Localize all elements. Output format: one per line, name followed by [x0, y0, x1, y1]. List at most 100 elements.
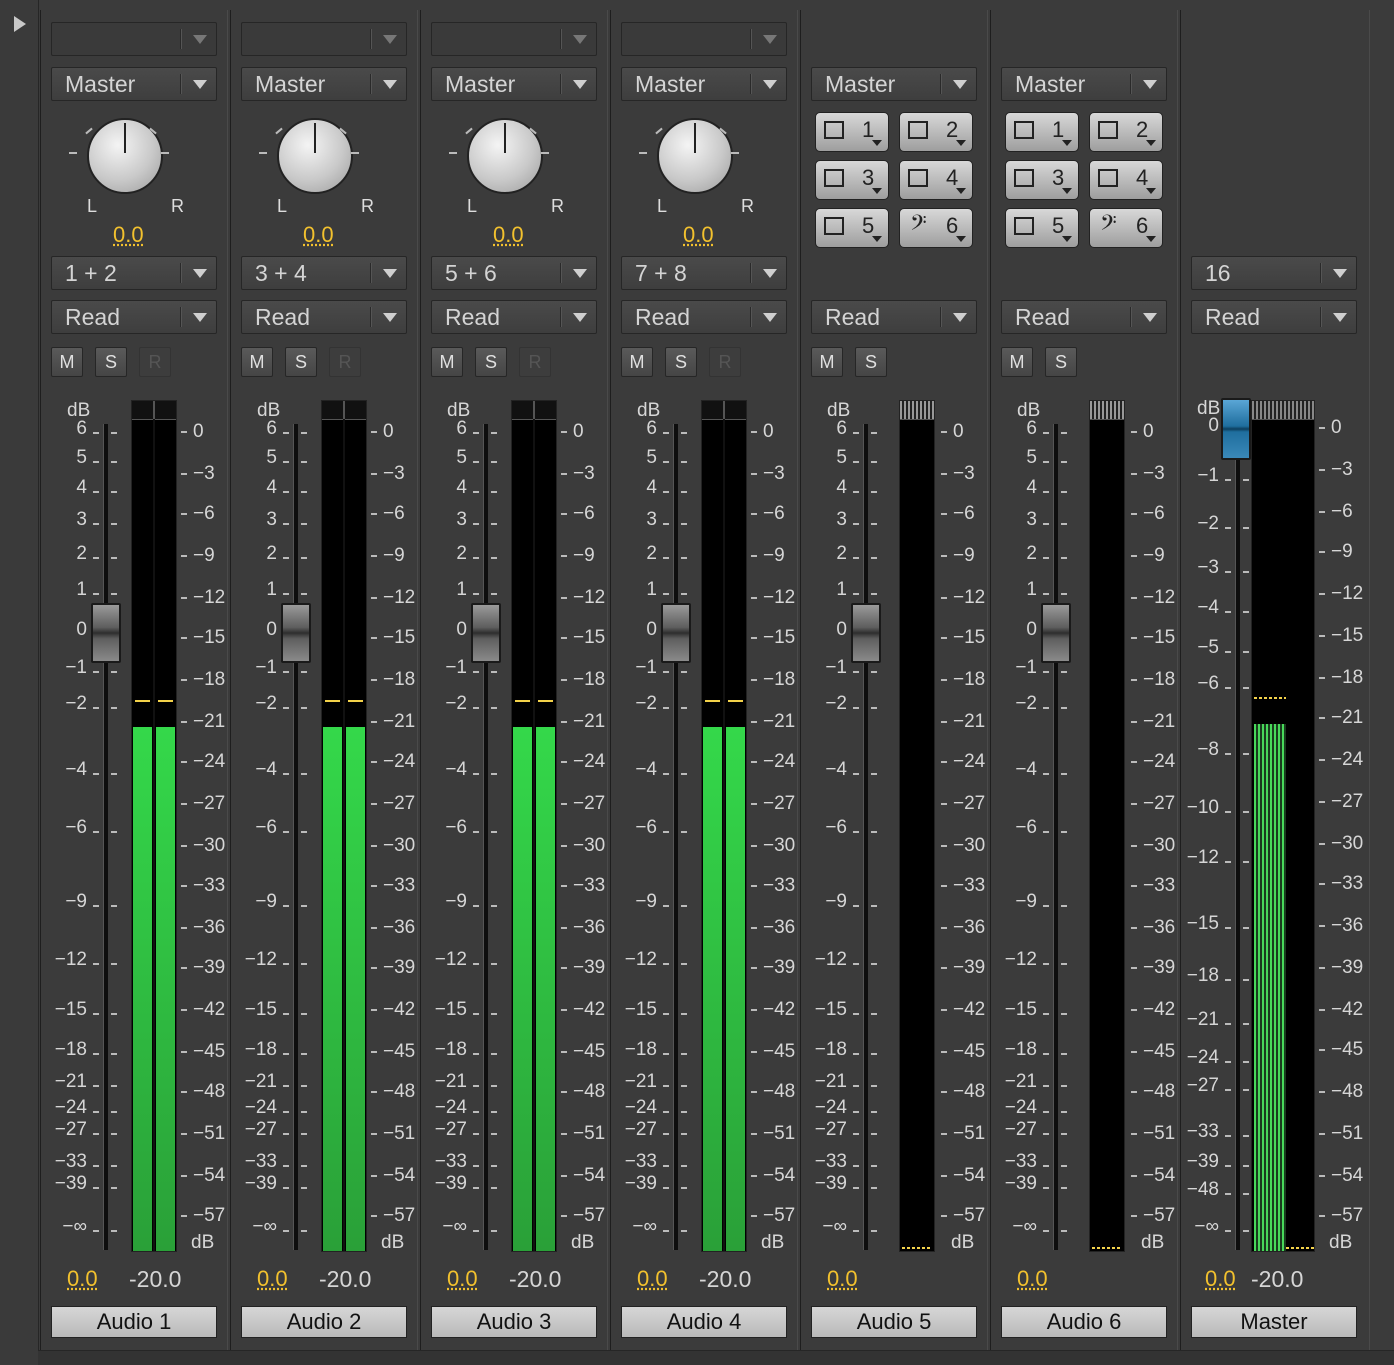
- output-select[interactable]: Master: [51, 67, 217, 101]
- track-name[interactable]: Audio 3: [431, 1306, 597, 1338]
- speaker-button-6[interactable]: 𝄢 6: [899, 208, 973, 248]
- fader-track[interactable]: [483, 424, 488, 1250]
- fader-tick: [1061, 1085, 1067, 1087]
- automation-mode-select[interactable]: Read: [1001, 300, 1167, 334]
- speaker-button-4[interactable]: 4: [899, 160, 973, 200]
- meter-readout: -20.0: [129, 1266, 182, 1292]
- output-select[interactable]: Master: [431, 67, 597, 101]
- expand-arrow-icon[interactable]: [14, 16, 26, 32]
- output-select[interactable]: Master: [1001, 67, 1167, 101]
- volume-fader-handle[interactable]: [281, 603, 311, 663]
- channel-routing-select[interactable]: 1 + 2: [51, 256, 217, 290]
- automation-mode-select[interactable]: Read: [431, 300, 597, 334]
- channel-routing-select[interactable]: 5 + 6: [431, 256, 597, 290]
- fader-scale-label: 2: [76, 543, 87, 564]
- master-track-name[interactable]: Master: [1191, 1306, 1357, 1338]
- fader-track[interactable]: [863, 424, 868, 1250]
- output-select[interactable]: Master: [621, 67, 787, 101]
- volume-fader-handle[interactable]: [1041, 603, 1071, 663]
- volume-fader-handle[interactable]: [661, 603, 691, 663]
- knob-tick: [275, 127, 283, 135]
- speaker-button-5[interactable]: 5: [1005, 208, 1079, 248]
- mute-button[interactable]: M: [1001, 347, 1033, 377]
- fader-tick: [1243, 479, 1249, 481]
- meter-scale-label: −48: [193, 1081, 226, 1102]
- master-fader-handle[interactable]: [1221, 398, 1251, 460]
- volume-value[interactable]: 0.0: [637, 1266, 668, 1292]
- solo-button[interactable]: S: [1045, 347, 1077, 377]
- master-fader-track[interactable]: [1235, 420, 1240, 1250]
- volume-fader-handle[interactable]: [91, 603, 121, 663]
- pan-value[interactable]: 0.0: [113, 222, 144, 248]
- output-select[interactable]: Master: [241, 67, 407, 101]
- master-volume-value[interactable]: 0.0: [1205, 1266, 1236, 1292]
- track-name[interactable]: Audio 4: [621, 1306, 787, 1338]
- speaker-button-4[interactable]: 4: [1089, 160, 1163, 200]
- speaker-button-2[interactable]: 2: [1089, 112, 1163, 152]
- mute-button[interactable]: M: [431, 347, 463, 377]
- channel-routing-select[interactable]: 7 + 8: [621, 256, 787, 290]
- horizontal-scrollbar[interactable]: [38, 1350, 1394, 1365]
- volume-value[interactable]: 0.0: [827, 1266, 858, 1292]
- input-select[interactable]: [621, 22, 787, 56]
- solo-button[interactable]: S: [855, 347, 887, 377]
- fader-tick: [853, 831, 859, 833]
- mute-button[interactable]: M: [51, 347, 83, 377]
- fader-track[interactable]: [103, 424, 108, 1250]
- track-name[interactable]: Audio 2: [241, 1306, 407, 1338]
- volume-value[interactable]: 0.0: [447, 1266, 478, 1292]
- volume-value[interactable]: 0.0: [257, 1266, 288, 1292]
- fader-scale-label: −6: [65, 817, 87, 838]
- track-name[interactable]: Audio 6: [1001, 1306, 1167, 1338]
- pan-value[interactable]: 0.0: [303, 222, 334, 248]
- master-automation-select[interactable]: Read: [1191, 300, 1357, 334]
- chevron-down-icon: [1333, 313, 1347, 322]
- volume-fader-handle[interactable]: [471, 603, 501, 663]
- fader-tick: [1243, 611, 1249, 613]
- pan-value[interactable]: 0.0: [683, 222, 714, 248]
- mute-button[interactable]: M: [621, 347, 653, 377]
- solo-button[interactable]: S: [475, 347, 507, 377]
- master-fader-scale-label: 0: [1208, 415, 1219, 436]
- master-channels-select[interactable]: 16: [1191, 256, 1357, 290]
- pan-left-label: L: [87, 196, 98, 216]
- meter-scale-label: −18: [193, 669, 226, 690]
- speaker-button-3[interactable]: 3: [1005, 160, 1079, 200]
- pan-value[interactable]: 0.0: [493, 222, 524, 248]
- channel-routing-select[interactable]: 3 + 4: [241, 256, 407, 290]
- track-name[interactable]: Audio 5: [811, 1306, 977, 1338]
- fader-tick: [681, 461, 687, 463]
- speaker-button-1[interactable]: 1: [815, 112, 889, 152]
- solo-button[interactable]: S: [285, 347, 317, 377]
- volume-value[interactable]: 0.0: [67, 1266, 98, 1292]
- mute-button[interactable]: M: [811, 347, 843, 377]
- input-select[interactable]: [431, 22, 597, 56]
- meter-scale-label: −33: [763, 875, 796, 896]
- meter-tick: [1319, 883, 1325, 885]
- speaker-button-3[interactable]: 3: [815, 160, 889, 200]
- volume-fader-handle[interactable]: [851, 603, 881, 663]
- fader-tick: [491, 557, 497, 559]
- automation-mode-select[interactable]: Read: [621, 300, 787, 334]
- automation-mode-select[interactable]: Read: [241, 300, 407, 334]
- chevron-down-icon: [383, 269, 397, 278]
- output-select[interactable]: Master: [811, 67, 977, 101]
- speaker-button-1[interactable]: 1: [1005, 112, 1079, 152]
- solo-button[interactable]: S: [95, 347, 127, 377]
- speaker-button-5[interactable]: 5: [815, 208, 889, 248]
- mute-button[interactable]: M: [241, 347, 273, 377]
- speaker-button-6[interactable]: 𝄢 6: [1089, 208, 1163, 248]
- solo-button[interactable]: S: [665, 347, 697, 377]
- input-select[interactable]: [51, 22, 217, 56]
- meter-tick: [371, 555, 377, 557]
- input-select[interactable]: [241, 22, 407, 56]
- fader-track[interactable]: [293, 424, 298, 1250]
- speaker-button-2[interactable]: 2: [899, 112, 973, 152]
- volume-value[interactable]: 0.0: [1017, 1266, 1048, 1292]
- fader-track[interactable]: [1053, 424, 1058, 1250]
- fader-tick: [681, 671, 687, 673]
- automation-mode-select[interactable]: Read: [51, 300, 217, 334]
- fader-track[interactable]: [673, 424, 678, 1250]
- track-name[interactable]: Audio 1: [51, 1306, 217, 1338]
- automation-mode-select[interactable]: Read: [811, 300, 977, 334]
